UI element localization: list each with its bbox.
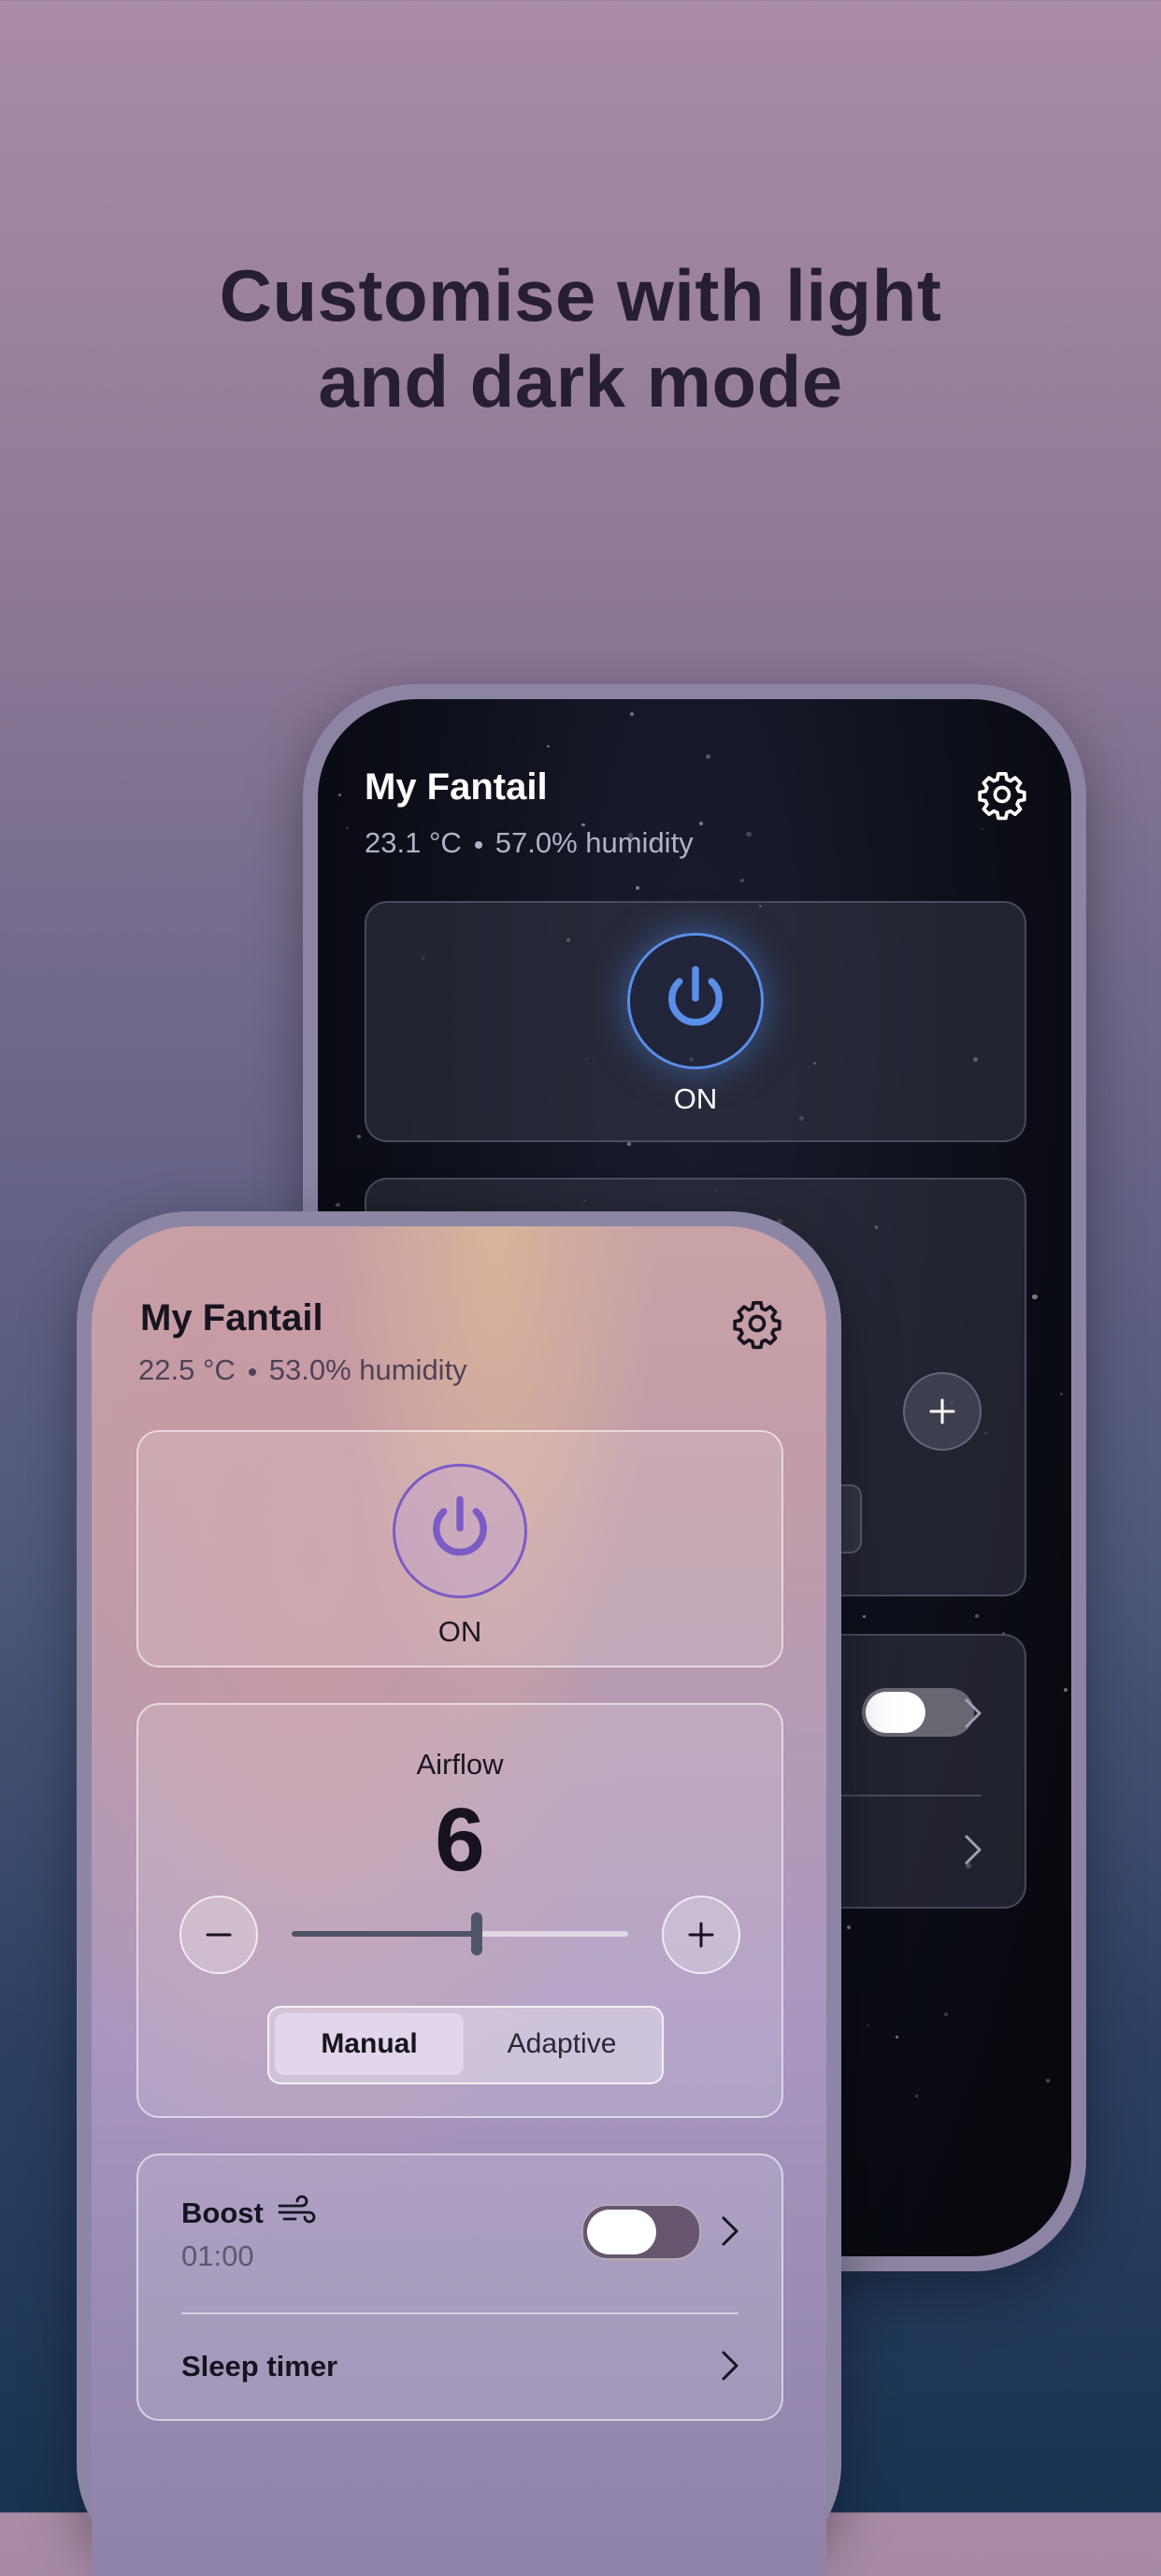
power-button[interactable]: [627, 933, 764, 1069]
star-dot: [705, 753, 711, 760]
star-dot: [915, 2095, 918, 2097]
airflow-label: Airflow: [416, 1748, 504, 1781]
airflow-card: Airflow 6 Manual Adaptive: [136, 1703, 783, 2118]
star-dot: [863, 1615, 867, 1618]
star-dot: [338, 793, 342, 797]
boost-duration: 01:00: [181, 2240, 254, 2272]
star-dot: [982, 828, 984, 831]
star-dot: [895, 2036, 898, 2039]
boost-toggle[interactable]: [581, 2204, 701, 2260]
power-icon: [433, 1496, 487, 1556]
light-phone-mockup: My Fantail 22.5 °C 53.0% humidity ON Airf…: [77, 1211, 841, 2576]
star-dot: [847, 1925, 852, 1929]
star-dot: [336, 1203, 340, 1208]
toggle-knob: [866, 1692, 925, 1733]
chevron-right-icon[interactable]: [720, 2350, 740, 2382]
device-title: My Fantail: [365, 766, 548, 808]
star-dot: [1032, 1294, 1038, 1300]
increase-airflow-button[interactable]: [903, 1372, 982, 1451]
mode-manual-option[interactable]: Manual: [275, 2013, 464, 2075]
star-dot: [346, 826, 349, 829]
star-dot: [975, 1613, 979, 1618]
separator-dot: [474, 840, 482, 849]
minus-icon: [206, 1933, 232, 1937]
airflow-slider-thumb[interactable]: [471, 1912, 482, 1955]
star-dot: [635, 886, 639, 891]
chevron-right-icon[interactable]: [963, 1834, 983, 1866]
boost-label: Boost: [181, 2197, 264, 2229]
plus-icon: [929, 1398, 955, 1424]
star-dot: [630, 712, 635, 716]
star-dot: [1063, 1688, 1068, 1693]
temperature-reading: 22.5 °C: [138, 1353, 236, 1386]
headline: Customise with light and dark mode: [0, 252, 1161, 424]
gear-icon[interactable]: [976, 768, 1028, 821]
light-screen: My Fantail 22.5 °C 53.0% humidity ON Airf…: [92, 1226, 826, 2576]
chevron-right-icon[interactable]: [963, 1697, 983, 1729]
star-dot: [547, 745, 550, 748]
star-dot: [356, 1134, 361, 1138]
star-dot: [699, 821, 703, 825]
boost-toggle[interactable]: [862, 1688, 974, 1737]
chevron-right-icon[interactable]: [720, 2215, 740, 2247]
airflow-slider-fill: [292, 1931, 477, 1937]
decrease-airflow-button[interactable]: [179, 1896, 258, 1974]
airflow-slider[interactable]: [292, 1912, 628, 1955]
star-dot: [1046, 2078, 1051, 2082]
gear-icon[interactable]: [731, 1297, 783, 1350]
star-dot: [867, 2024, 869, 2027]
star-dot: [943, 2011, 948, 2016]
airflow-mode-selector: Manual Adaptive: [267, 2006, 664, 2084]
power-icon: [668, 966, 723, 1026]
wind-icon: [278, 2195, 316, 2224]
star-dot: [746, 831, 752, 837]
boost-card: Boost 01:00 Sleep timer: [136, 2154, 783, 2421]
temperature-reading: 23.1 °C: [365, 826, 462, 859]
power-state-label: ON: [673, 1082, 718, 1115]
humidity-reading: 53.0% humidity: [268, 1353, 467, 1386]
mode-adaptive-option[interactable]: Adaptive: [467, 2013, 656, 2075]
star-dot: [1060, 1393, 1064, 1396]
separator-dot: [248, 1367, 256, 1376]
power-state-label: ON: [437, 1615, 482, 1648]
star-dot: [739, 879, 744, 883]
humidity-reading: 57.0% humidity: [494, 826, 694, 859]
star-dot: [1038, 709, 1041, 713]
power-card: ON: [365, 901, 1026, 1142]
star-dot: [627, 1141, 632, 1147]
headline-line-2: and dark mode: [318, 340, 843, 422]
plus-icon: [688, 1922, 714, 1948]
device-readings: 22.5 °C 53.0% humidity: [138, 1353, 467, 1387]
sleep-timer-label[interactable]: Sleep timer: [181, 2350, 337, 2383]
airflow-value: 6: [435, 1790, 485, 1890]
device-readings: 23.1 °C 57.0% humidity: [365, 826, 694, 860]
card-divider: [181, 2312, 738, 2314]
increase-airflow-button[interactable]: [662, 1896, 740, 1974]
headline-line-1: Customise with light: [219, 254, 942, 336]
device-title: My Fantail: [140, 1297, 323, 1338]
toggle-knob: [587, 2210, 656, 2254]
power-button[interactable]: [393, 1464, 527, 1598]
power-card: ON: [136, 1430, 783, 1667]
